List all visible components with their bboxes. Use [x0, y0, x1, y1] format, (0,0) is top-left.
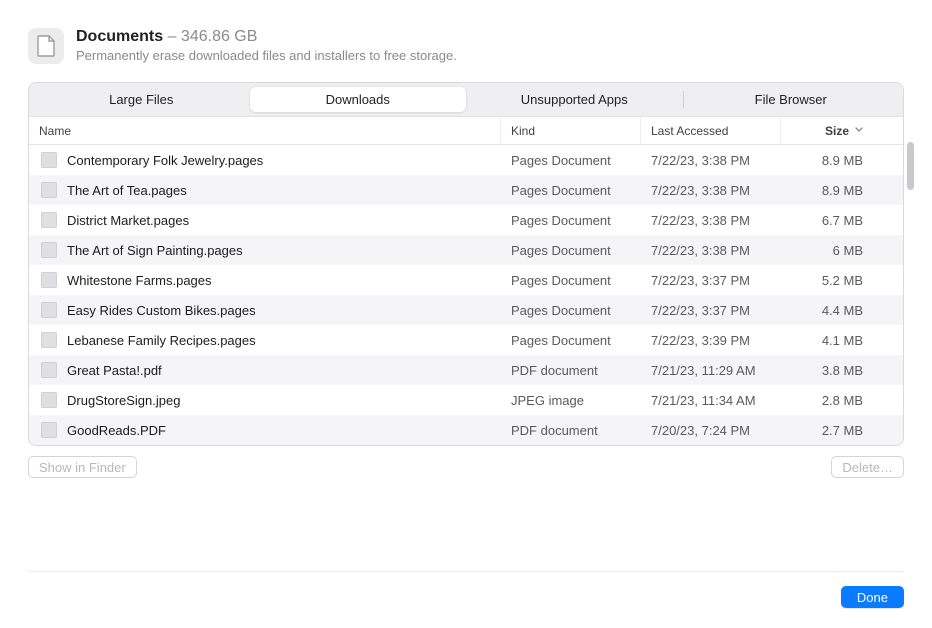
table-row[interactable]: The Art of Tea.pages Pages Document7/22/2… — [29, 175, 903, 205]
documents-icon — [28, 28, 64, 64]
window-footer: Done — [28, 571, 904, 608]
cell-name: Great Pasta!.pdf — [29, 362, 501, 378]
cell-last-accessed: 7/22/23, 3:37 PM — [641, 303, 781, 318]
cell-name: Lebanese Family Recipes.pages — [29, 332, 501, 348]
cell-name: The Art of Tea.pages — [29, 182, 501, 198]
cell-kind: PDF document — [501, 363, 641, 378]
col-size-label: Size — [825, 124, 849, 138]
cell-name: Contemporary Folk Jewelry.pages — [29, 152, 501, 168]
table-row[interactable]: The Art of Sign Painting.pages Pages Docu… — [29, 235, 903, 265]
file-icon — [41, 362, 57, 378]
file-name: Lebanese Family Recipes.pages — [67, 333, 256, 348]
cell-name: Whitestone Farms.pages — [29, 272, 501, 288]
table-row[interactable]: Easy Rides Custom Bikes.pages Pages Docum… — [29, 295, 903, 325]
header-title-row: Documents – 346.86 GB — [76, 28, 457, 46]
cell-kind: Pages Document — [501, 333, 641, 348]
file-name: GoodReads.PDF — [67, 423, 166, 438]
cell-size: 3.8 MB — [781, 363, 873, 378]
cell-kind: Pages Document — [501, 183, 641, 198]
cell-kind: PDF document — [501, 423, 641, 438]
table-row[interactable]: Whitestone Farms.pages Pages Document7/22… — [29, 265, 903, 295]
cell-size: 6 MB — [781, 243, 873, 258]
tab-unsupported-apps[interactable]: Unsupported Apps — [466, 87, 683, 112]
cell-name: DrugStoreSign.jpeg — [29, 392, 501, 408]
file-name: The Art of Sign Painting.pages — [67, 243, 243, 258]
cell-size: 5.2 MB — [781, 273, 873, 288]
file-icon — [41, 332, 57, 348]
cell-size: 2.7 MB — [781, 423, 873, 438]
cell-last-accessed: 7/20/23, 7:24 PM — [641, 423, 781, 438]
file-icon — [41, 212, 57, 228]
view-tabs: Large Files Downloads Unsupported Apps F… — [29, 83, 903, 117]
table-row[interactable]: Contemporary Folk Jewelry.pages Pages Doc… — [29, 145, 903, 175]
cell-kind: Pages Document — [501, 153, 641, 168]
file-icon — [41, 152, 57, 168]
cell-last-accessed: 7/21/23, 11:34 AM — [641, 393, 781, 408]
file-name: Easy Rides Custom Bikes.pages — [67, 303, 256, 318]
cell-last-accessed: 7/22/23, 3:38 PM — [641, 153, 781, 168]
file-name: District Market.pages — [67, 213, 189, 228]
cell-kind: JPEG image — [501, 393, 641, 408]
delete-button[interactable]: Delete… — [831, 456, 904, 478]
content-panel: Large Files Downloads Unsupported Apps F… — [28, 82, 904, 446]
tab-large-files[interactable]: Large Files — [33, 87, 250, 112]
tab-file-browser[interactable]: File Browser — [683, 87, 900, 112]
file-list[interactable]: Contemporary Folk Jewelry.pages Pages Doc… — [29, 145, 903, 445]
cell-size: 8.9 MB — [781, 153, 873, 168]
file-icon — [41, 242, 57, 258]
cell-size: 4.1 MB — [781, 333, 873, 348]
cell-size: 6.7 MB — [781, 213, 873, 228]
cell-kind: Pages Document — [501, 243, 641, 258]
cell-last-accessed: 7/22/23, 3:38 PM — [641, 243, 781, 258]
tab-downloads[interactable]: Downloads — [250, 87, 467, 112]
storage-documents-window: Documents – 346.86 GB Permanently erase … — [0, 0, 932, 628]
panel-footer: Show in Finder Delete… — [28, 456, 904, 478]
col-name[interactable]: Name — [29, 117, 501, 144]
header-title: Documents — [76, 28, 163, 45]
column-headers: Name Kind Last Accessed Size — [29, 117, 903, 145]
cell-last-accessed: 7/22/23, 3:39 PM — [641, 333, 781, 348]
header: Documents – 346.86 GB Permanently erase … — [28, 28, 904, 64]
cell-last-accessed: 7/22/23, 3:38 PM — [641, 183, 781, 198]
cell-size: 8.9 MB — [781, 183, 873, 198]
scrollbar-thumb[interactable] — [907, 142, 914, 190]
header-sep: – — [163, 28, 181, 45]
file-name: Contemporary Folk Jewelry.pages — [67, 153, 263, 168]
file-icon — [41, 422, 57, 438]
header-size: 346.86 GB — [181, 28, 258, 45]
cell-name: District Market.pages — [29, 212, 501, 228]
cell-last-accessed: 7/21/23, 11:29 AM — [641, 363, 781, 378]
col-last-accessed[interactable]: Last Accessed — [641, 117, 781, 144]
file-icon — [41, 302, 57, 318]
cell-last-accessed: 7/22/23, 3:37 PM — [641, 273, 781, 288]
file-name: The Art of Tea.pages — [67, 183, 187, 198]
show-in-finder-button[interactable]: Show in Finder — [28, 456, 137, 478]
file-name: Great Pasta!.pdf — [67, 363, 162, 378]
cell-size: 2.8 MB — [781, 393, 873, 408]
cell-name: GoodReads.PDF — [29, 422, 501, 438]
file-icon — [41, 182, 57, 198]
sort-chevron-icon — [855, 125, 863, 136]
table-row[interactable]: Great Pasta!.pdf PDF document7/21/23, 11:… — [29, 355, 903, 385]
col-kind[interactable]: Kind — [501, 117, 641, 144]
done-button[interactable]: Done — [841, 586, 904, 608]
table-row[interactable]: GoodReads.PDF PDF document7/20/23, 7:24 P… — [29, 415, 903, 445]
cell-name: Easy Rides Custom Bikes.pages — [29, 302, 501, 318]
cell-kind: Pages Document — [501, 273, 641, 288]
file-name: DrugStoreSign.jpeg — [67, 393, 180, 408]
file-icon — [41, 392, 57, 408]
file-name: Whitestone Farms.pages — [67, 273, 212, 288]
file-icon — [41, 272, 57, 288]
header-subtitle: Permanently erase downloaded files and i… — [76, 48, 457, 63]
cell-size: 4.4 MB — [781, 303, 873, 318]
cell-last-accessed: 7/22/23, 3:38 PM — [641, 213, 781, 228]
table-row[interactable]: Lebanese Family Recipes.pages Pages Docum… — [29, 325, 903, 355]
cell-name: The Art of Sign Painting.pages — [29, 242, 501, 258]
cell-kind: Pages Document — [501, 213, 641, 228]
table-row[interactable]: District Market.pages Pages Document7/22/… — [29, 205, 903, 235]
table-row[interactable]: DrugStoreSign.jpeg JPEG image7/21/23, 11:… — [29, 385, 903, 415]
col-size[interactable]: Size — [781, 117, 873, 144]
cell-kind: Pages Document — [501, 303, 641, 318]
